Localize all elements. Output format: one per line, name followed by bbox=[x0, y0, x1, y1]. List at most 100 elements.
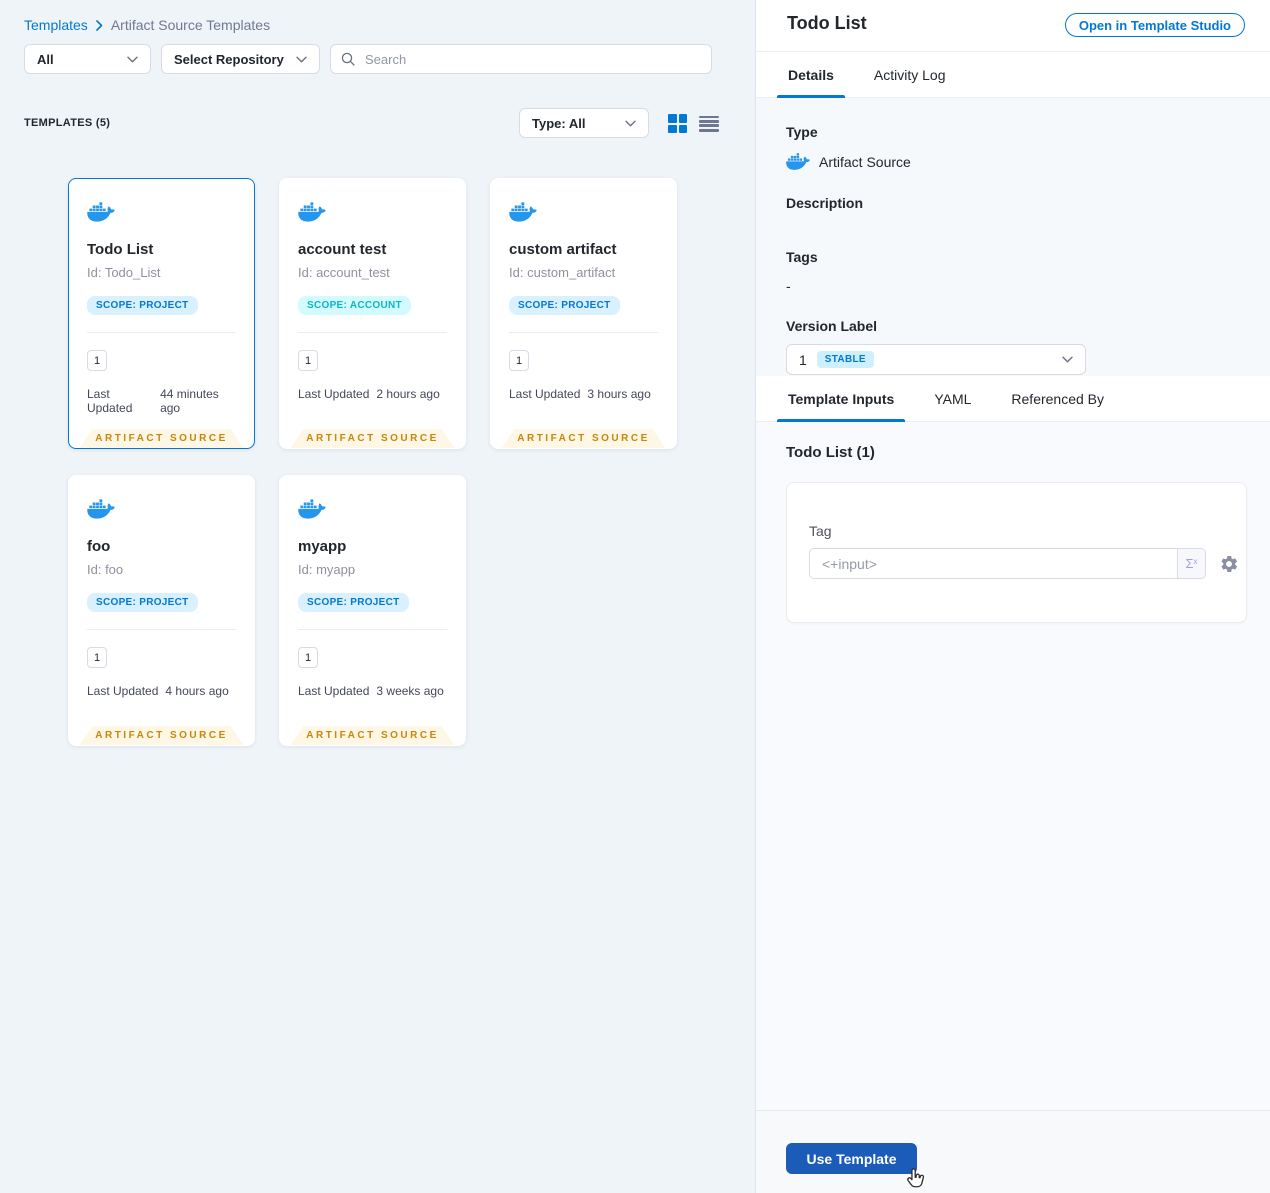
card-title: foo bbox=[87, 538, 111, 555]
use-template-button[interactable]: Use Template bbox=[786, 1143, 917, 1174]
last-updated: Last Updated 4 hours ago bbox=[87, 684, 229, 698]
search-icon bbox=[341, 52, 355, 66]
list-view-button[interactable] bbox=[699, 114, 719, 133]
tab-yaml[interactable]: YAML bbox=[923, 376, 982, 421]
tags-value: - bbox=[786, 278, 791, 294]
tag-label: Tag bbox=[809, 523, 832, 539]
template-card-account-test[interactable]: account test Id: account_test SCOPE: ACC… bbox=[279, 178, 466, 449]
last-updated: Last Updated 3 weeks ago bbox=[298, 684, 444, 698]
grid-view-button[interactable] bbox=[668, 114, 687, 133]
scope-badge: SCOPE: PROJECT bbox=[87, 296, 198, 315]
divider bbox=[509, 332, 658, 333]
type-label: Type bbox=[786, 124, 818, 140]
tab-template-inputs[interactable]: Template Inputs bbox=[777, 376, 906, 422]
scope-badge: SCOPE: PROJECT bbox=[298, 593, 409, 612]
list-view-icon bbox=[699, 114, 719, 133]
chevron-down-icon bbox=[296, 56, 307, 63]
docker-icon bbox=[786, 152, 810, 171]
gear-icon[interactable] bbox=[1219, 554, 1239, 574]
version-count-badge: 1 bbox=[87, 647, 107, 668]
repository-filter-select[interactable]: Select Repository bbox=[161, 44, 320, 74]
breadcrumb-templates-link[interactable]: Templates bbox=[24, 17, 88, 33]
template-card-custom-artifact[interactable]: custom artifact Id: custom_artifact SCOP… bbox=[490, 178, 677, 449]
grid-view-icon bbox=[668, 114, 687, 133]
scope-badge: SCOPE: PROJECT bbox=[509, 296, 620, 315]
chevron-down-icon bbox=[1062, 356, 1073, 363]
inputs-card: Tag Σx bbox=[786, 482, 1247, 623]
chevron-right-icon bbox=[96, 19, 103, 31]
version-count-badge: 1 bbox=[298, 350, 318, 371]
card-id: Id: account_test bbox=[298, 265, 390, 280]
details-tabs: Details Activity Log bbox=[756, 52, 1270, 98]
scope-badge: SCOPE: PROJECT bbox=[87, 593, 198, 612]
search-box[interactable] bbox=[330, 44, 712, 74]
template-cards-grid: Todo List Id: Todo_List SCOPE: PROJECT 1… bbox=[68, 178, 677, 746]
panel-header: Todo List Open in Template Studio bbox=[756, 0, 1270, 52]
tab-details[interactable]: Details bbox=[777, 52, 845, 98]
scope-badge: SCOPE: ACCOUNT bbox=[298, 296, 411, 315]
tags-label: Tags bbox=[786, 249, 818, 265]
template-inputs-section: Todo List (1) Tag Σx bbox=[756, 422, 1270, 1110]
version-count-badge: 1 bbox=[509, 350, 529, 371]
card-title: custom artifact bbox=[509, 241, 617, 258]
template-card-todo-list[interactable]: Todo List Id: Todo_List SCOPE: PROJECT 1… bbox=[68, 178, 255, 449]
type-value: Artifact Source bbox=[819, 153, 911, 170]
artifact-source-ribbon: ARTIFACT SOURCE bbox=[501, 429, 666, 448]
type-filter-select[interactable]: Type: All bbox=[519, 108, 649, 138]
breadcrumb-current: Artifact Source Templates bbox=[110, 17, 271, 33]
stable-badge: STABLE bbox=[816, 351, 874, 368]
tab-activity-log[interactable]: Activity Log bbox=[863, 52, 957, 97]
filters-bar: All Select Repository bbox=[24, 44, 712, 74]
details-section: Type Artifact Source Description Tags - … bbox=[756, 98, 1270, 376]
template-card-myapp[interactable]: myapp Id: myapp SCOPE: PROJECT 1 Last Up… bbox=[279, 475, 466, 746]
artifact-source-ribbon: ARTIFACT SOURCE bbox=[290, 429, 455, 448]
scope-filter-select[interactable]: All bbox=[24, 44, 151, 74]
divider bbox=[298, 332, 447, 333]
inputs-tabs: Template Inputs YAML Referenced By bbox=[756, 376, 1270, 422]
inputs-heading: Todo List (1) bbox=[786, 444, 875, 461]
last-updated: Last Updated 3 hours ago bbox=[509, 387, 651, 401]
card-id: Id: Todo_List bbox=[87, 265, 161, 280]
divider bbox=[87, 332, 236, 333]
docker-icon bbox=[87, 201, 115, 223]
sigma-icon: Σ bbox=[1185, 556, 1194, 571]
card-id: Id: foo bbox=[87, 562, 124, 577]
divider bbox=[298, 629, 447, 630]
card-title: Todo List bbox=[87, 241, 154, 258]
card-id: Id: myapp bbox=[298, 562, 356, 577]
version-label-select[interactable]: 1 STABLE bbox=[786, 344, 1086, 375]
docker-icon bbox=[298, 201, 326, 223]
last-updated: Last Updated 2 hours ago bbox=[298, 387, 440, 401]
search-input[interactable] bbox=[363, 50, 701, 68]
version-label: Version Label bbox=[786, 318, 878, 334]
panel-footer: Use Template bbox=[756, 1110, 1270, 1193]
tag-input[interactable] bbox=[810, 549, 1177, 578]
artifact-source-ribbon: ARTIFACT SOURCE bbox=[79, 429, 244, 448]
divider bbox=[87, 629, 236, 630]
panel-title: Todo List bbox=[787, 13, 867, 33]
card-title: myapp bbox=[298, 538, 347, 555]
version-number: 1 bbox=[799, 351, 807, 368]
breadcrumb: Templates Artifact Source Templates bbox=[24, 17, 270, 33]
tag-input-group: Σx bbox=[809, 548, 1206, 579]
templates-count-label: TEMPLATES (5) bbox=[24, 117, 111, 129]
version-count-badge: 1 bbox=[298, 647, 318, 668]
type-value-row: Artifact Source bbox=[786, 152, 1240, 171]
chevron-down-icon bbox=[625, 120, 636, 127]
card-id: Id: custom_artifact bbox=[509, 265, 616, 280]
templates-list-panel: Templates Artifact Source Templates All … bbox=[0, 0, 755, 1193]
artifact-source-ribbon: ARTIFACT SOURCE bbox=[79, 726, 244, 745]
expression-sigma-button[interactable]: Σx bbox=[1177, 549, 1205, 578]
template-card-foo[interactable]: foo Id: foo SCOPE: PROJECT 1 Last Update… bbox=[68, 475, 255, 746]
template-details-panel: Todo List Open in Template Studio Detail… bbox=[755, 0, 1270, 1193]
description-label: Description bbox=[786, 195, 864, 211]
tab-referenced-by[interactable]: Referenced By bbox=[1000, 376, 1115, 421]
docker-icon bbox=[87, 498, 115, 520]
artifact-source-ribbon: ARTIFACT SOURCE bbox=[290, 726, 455, 745]
card-title: account test bbox=[298, 241, 387, 258]
docker-icon bbox=[298, 498, 326, 520]
last-updated: Last Updated 44 minutes ago bbox=[87, 387, 219, 415]
docker-icon bbox=[509, 201, 537, 223]
version-count-badge: 1 bbox=[87, 350, 107, 371]
open-in-template-studio-button[interactable]: Open in Template Studio bbox=[1064, 13, 1245, 37]
